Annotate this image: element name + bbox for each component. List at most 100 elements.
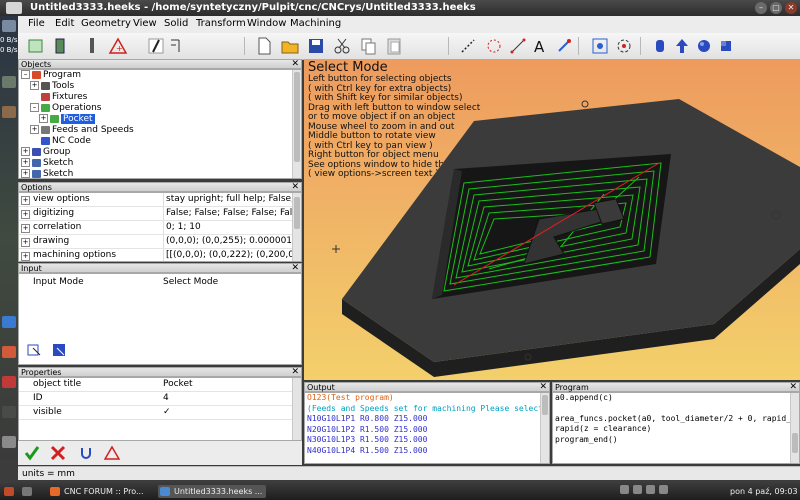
network-icon[interactable] — [620, 485, 629, 494]
taskbar-item[interactable]: CNC FORUM :: Pro... — [48, 485, 164, 498]
program-pane[interactable]: a0.append(c) area_funcs.pocket(a0, tool_d… — [552, 392, 800, 464]
menu-machining[interactable]: Machining — [290, 18, 341, 29]
desktop-app-icon[interactable] — [2, 346, 16, 358]
point-icon[interactable] — [554, 36, 574, 56]
expand-toggle-icon[interactable]: + — [21, 169, 30, 178]
cancel-x-icon[interactable] — [50, 445, 66, 461]
tree-item[interactable]: Fixtures — [19, 92, 301, 103]
option-row[interactable]: + machining options [[(0,0,0); (0,0,222); … — [19, 249, 301, 261]
output-scrollbar[interactable] — [540, 393, 549, 463]
circle-icon[interactable] — [484, 36, 504, 56]
expand-toggle-icon[interactable]: – — [21, 70, 30, 79]
option-row[interactable]: + correlation 0; 1; 10 — [19, 221, 301, 235]
expand-toggle-icon[interactable]: + — [21, 196, 30, 205]
save-icon[interactable] — [306, 36, 326, 56]
clock[interactable]: pon 4 paź, 09:03 — [730, 485, 798, 498]
close-icon[interactable]: ✕ — [539, 382, 547, 392]
update-icon[interactable] — [659, 485, 668, 494]
property-row[interactable]: visible ✓ — [19, 406, 301, 420]
close-button[interactable]: ✕ — [785, 2, 797, 14]
tray-icons[interactable] — [620, 485, 668, 498]
desktop-app-icon[interactable] — [2, 376, 16, 388]
expand-toggle-icon[interactable]: + — [21, 147, 30, 156]
cut-icon[interactable] — [332, 36, 352, 56]
options-scrollbar[interactable] — [292, 193, 301, 261]
pen-icon[interactable] — [146, 36, 166, 56]
menu-geometry[interactable]: Geometry — [81, 18, 131, 29]
volume-icon[interactable] — [633, 485, 642, 494]
cone-icon[interactable] — [716, 36, 736, 56]
expand-toggle-icon[interactable]: + — [30, 125, 39, 134]
option-row[interactable]: + digitizing False; False; False; False; F… — [19, 207, 301, 221]
tree-item[interactable]: + Sketch — [19, 158, 301, 169]
drill-icon[interactable] — [82, 36, 102, 56]
expand-toggle-icon[interactable]: + — [21, 210, 30, 219]
objects-scrollbar[interactable] — [292, 70, 301, 178]
text-icon[interactable]: A — [530, 36, 550, 56]
rotate-icon[interactable] — [614, 36, 634, 56]
menu-edit[interactable]: Edit — [55, 18, 74, 29]
cylinder-icon[interactable] — [650, 36, 670, 56]
crop-icon[interactable] — [166, 36, 186, 56]
tree-item[interactable]: + Tools — [19, 81, 301, 92]
menu-window[interactable]: Window — [247, 18, 286, 29]
close-icon[interactable]: ✕ — [291, 263, 299, 273]
menu-solid[interactable]: Solid — [164, 18, 188, 29]
show-desktop-icon[interactable] — [22, 485, 32, 498]
property-row[interactable]: ID 4 — [19, 392, 301, 406]
select-cursor-icon[interactable] — [27, 342, 43, 358]
menu-view[interactable]: View — [133, 18, 157, 29]
desktop-app-icon[interactable] — [2, 20, 16, 32]
close-icon[interactable]: ✕ — [291, 182, 299, 192]
menu-transform[interactable]: Transform — [196, 18, 246, 29]
new-file-icon[interactable] — [254, 36, 274, 56]
expand-toggle-icon[interactable]: + — [21, 224, 30, 233]
tree-item[interactable]: + Pocket — [19, 114, 301, 125]
option-row[interactable]: +drawing (0,0,0); (0,0,255); 0.000001; 0;… — [19, 235, 301, 249]
warning-triangle-icon[interactable]: + — [108, 36, 128, 56]
up-arrow-icon[interactable] — [672, 36, 692, 56]
magnet-icon[interactable] — [78, 445, 94, 461]
tree-item[interactable]: – Operations — [19, 103, 301, 114]
tree-item[interactable]: + Feeds and Speeds — [19, 125, 301, 136]
tree-item[interactable]: NC Code — [19, 136, 301, 147]
close-icon[interactable]: ✕ — [291, 367, 299, 377]
3d-viewport[interactable]: Select Mode Left button for selecting ob… — [304, 59, 800, 380]
cube-icon[interactable] — [694, 36, 714, 56]
phone-icon[interactable] — [50, 36, 70, 56]
expand-toggle-icon[interactable]: + — [39, 114, 48, 123]
output-pane[interactable]: O123(Test program) (Feeds and Speeds set … — [304, 392, 550, 464]
minimize-button[interactable]: – — [755, 2, 767, 14]
pick-point-icon[interactable] — [51, 342, 67, 358]
properties-scrollbar[interactable] — [292, 378, 301, 440]
property-value[interactable]: ✓ — [163, 406, 171, 419]
view-fit-icon[interactable] — [590, 36, 610, 56]
tree-item[interactable]: + Group — [19, 147, 301, 158]
desktop-app-icon[interactable] — [2, 436, 16, 448]
program-scrollbar[interactable] — [790, 393, 799, 463]
tree-item[interactable]: + Sketch — [19, 169, 301, 178]
paste-icon[interactable] — [384, 36, 404, 56]
option-row[interactable]: + view options stay upright; full help; Fa… — [19, 193, 301, 207]
select-rect-icon[interactable] — [26, 36, 46, 56]
close-icon[interactable]: ✕ — [789, 382, 797, 392]
property-row[interactable]: object title Pocket — [19, 378, 301, 392]
battery-icon[interactable] — [646, 485, 655, 494]
desktop-app-icon[interactable] — [2, 106, 16, 118]
open-folder-icon[interactable] — [280, 36, 300, 56]
desktop-app-icon[interactable] — [2, 76, 16, 88]
check-icon[interactable] — [24, 445, 40, 461]
expand-toggle-icon[interactable]: + — [30, 81, 39, 90]
taskbar-item[interactable]: Untitled3333.heeks ... — [158, 485, 266, 498]
dim-icon[interactable] — [508, 36, 528, 56]
copy-icon[interactable] — [358, 36, 378, 56]
menu-file[interactable]: File — [28, 18, 45, 29]
expand-toggle-icon[interactable]: – — [30, 103, 39, 112]
warning-triangle-icon[interactable] — [104, 445, 120, 461]
desktop-app-icon[interactable] — [2, 406, 16, 418]
expand-toggle-icon[interactable]: + — [21, 238, 30, 247]
maximize-button[interactable]: ▢ — [770, 2, 782, 14]
desktop-app-icon[interactable] — [2, 316, 16, 328]
tree-item[interactable]: – Program — [19, 70, 301, 81]
expand-toggle-icon[interactable]: + — [21, 158, 30, 167]
